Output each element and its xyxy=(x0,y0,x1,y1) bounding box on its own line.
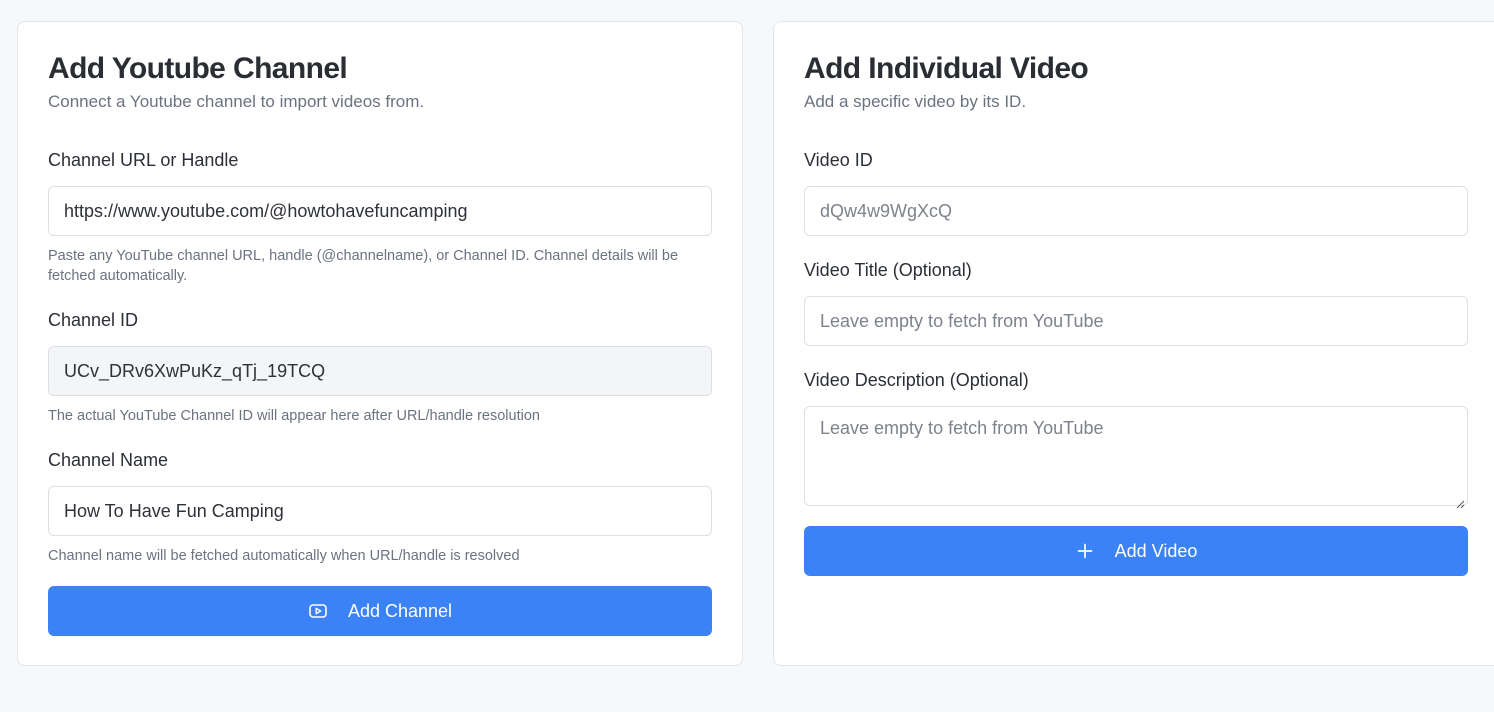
resize-handle-icon[interactable] xyxy=(1455,493,1465,509)
channel-name-input[interactable]: How To Have Fun Camping xyxy=(48,486,712,536)
video-id-input[interactable]: dQw4w9WgXcQ xyxy=(804,186,1468,236)
add-channel-button[interactable]: Add Channel xyxy=(48,586,712,636)
channel-id-value: UCv_DRv6XwPuKz_qTj_19TCQ xyxy=(64,360,326,381)
video-title-placeholder: Leave empty to fetch from YouTube xyxy=(820,310,1104,331)
video-id-placeholder: dQw4w9WgXcQ xyxy=(820,200,953,221)
add-video-card: Add Individual Video Add a specific vide… xyxy=(773,21,1494,666)
add-channel-card: Add Youtube Channel Connect a Youtube ch… xyxy=(17,21,743,666)
channel-id-label: Channel ID xyxy=(48,310,139,330)
channel-name-label: Channel Name xyxy=(48,450,169,470)
video-title-input[interactable]: Leave empty to fetch from YouTube xyxy=(804,296,1468,346)
video-description-textarea[interactable]: Leave empty to fetch from YouTube xyxy=(804,406,1468,509)
channel-url-help: Paste any YouTube channel URL, handle (@… xyxy=(48,248,679,284)
youtube-play-icon xyxy=(308,601,328,621)
channel-url-input[interactable]: https://www.youtube.com/@howtohavefuncam… xyxy=(48,186,712,236)
channel-name-value: How To Have Fun Camping xyxy=(64,500,284,521)
add-channel-title: Add Youtube Channel xyxy=(48,52,348,85)
add-video-title: Add Individual Video xyxy=(804,52,1089,85)
channel-id-help: The actual YouTube Channel ID will appea… xyxy=(48,408,540,424)
channel-name-help: Channel name will be fetched automatical… xyxy=(48,548,520,564)
add-video-subtitle: Add a specific video by its ID. xyxy=(804,92,1027,111)
plus-icon xyxy=(1075,541,1095,561)
channel-url-label: Channel URL or Handle xyxy=(48,150,239,170)
channel-id-input[interactable]: UCv_DRv6XwPuKz_qTj_19TCQ xyxy=(48,346,712,396)
add-channel-subtitle: Connect a Youtube channel to import vide… xyxy=(48,92,425,111)
video-id-label: Video ID xyxy=(804,150,873,170)
video-title-label: Video Title (Optional) xyxy=(804,260,972,280)
channel-url-value: https://www.youtube.com/@howtohavefuncam… xyxy=(64,200,468,221)
add-video-button[interactable]: Add Video xyxy=(804,526,1468,576)
add-video-button-label: Add Video xyxy=(1114,540,1198,561)
video-description-label: Video Description (Optional) xyxy=(804,370,1029,390)
add-channel-button-label: Add Channel xyxy=(347,600,453,621)
video-description-placeholder: Leave empty to fetch from YouTube xyxy=(820,418,1104,438)
